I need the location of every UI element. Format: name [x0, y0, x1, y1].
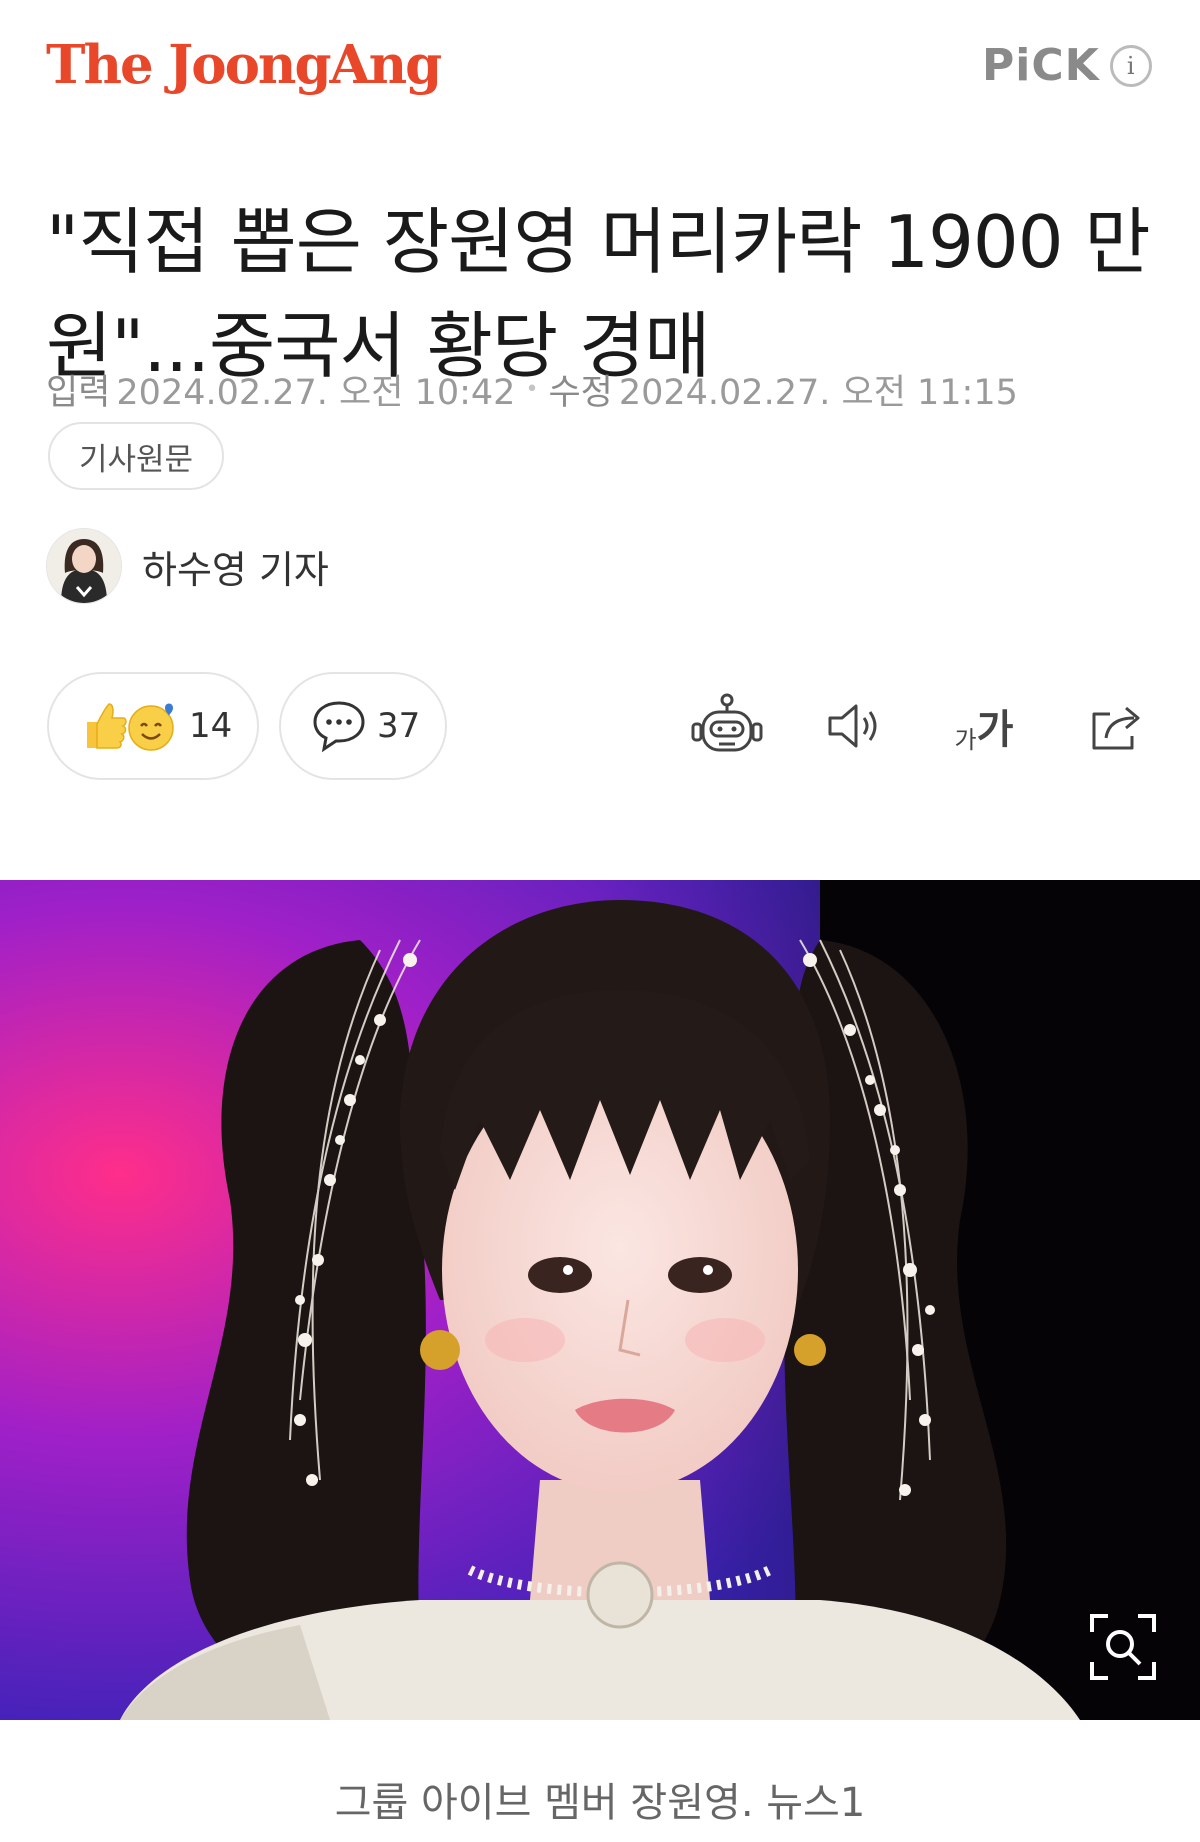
modified-date: 2024.02.27. 오전 11:15 — [618, 373, 1018, 413]
modified-label: 수정 — [548, 373, 613, 413]
share-button[interactable] — [1078, 688, 1154, 764]
summary-robot-button[interactable] — [689, 688, 765, 764]
photo-caption: 그룹 아이브 멤버 장원영. 뉴스1 — [334, 1780, 866, 1826]
site-logo[interactable]: The JoongAng — [46, 34, 442, 96]
robot-icon — [691, 692, 763, 760]
font-small-glyph: 가 — [954, 726, 977, 754]
speaker-icon — [824, 698, 888, 754]
zoom-icon — [1088, 1612, 1158, 1682]
audio-button[interactable] — [818, 688, 894, 764]
article-meta: 입력 2024.02.27. 오전 10:42 • 수정 2024.02.27.… — [46, 364, 1018, 415]
font-large-glyph: 가 — [976, 707, 1014, 753]
meta-separator: • — [525, 377, 539, 402]
reporter-name: 하수영 기자 — [142, 547, 329, 592]
pick-badge[interactable]: PiCK i — [982, 40, 1152, 91]
comment-button[interactable]: 37 — [279, 672, 447, 780]
pick-label: PiCK — [982, 40, 1100, 91]
reporter[interactable]: 하수영 기자 — [46, 528, 329, 604]
published-label: 입력 — [46, 373, 111, 413]
info-icon[interactable]: i — [1109, 44, 1152, 87]
reaction-count: 14 — [189, 706, 233, 746]
original-article-button[interactable]: 기사원문 — [48, 422, 224, 490]
font-size-icon: 가 가 — [955, 697, 1014, 755]
thumbs-up-icon — [79, 696, 179, 756]
reaction-button[interactable]: 14 — [47, 672, 259, 780]
article-photo[interactable] — [0, 880, 1200, 1720]
zoom-button[interactable] — [1088, 1612, 1158, 1682]
share-icon — [1086, 698, 1146, 754]
font-size-button[interactable]: 가 가 — [946, 688, 1022, 764]
header: The JoongAng PiCK i — [0, 0, 1200, 130]
avatar — [46, 528, 122, 604]
published-date: 2024.02.27. 오전 10:42 — [116, 373, 516, 413]
comment-icon — [311, 699, 367, 753]
comment-count: 37 — [377, 706, 421, 746]
